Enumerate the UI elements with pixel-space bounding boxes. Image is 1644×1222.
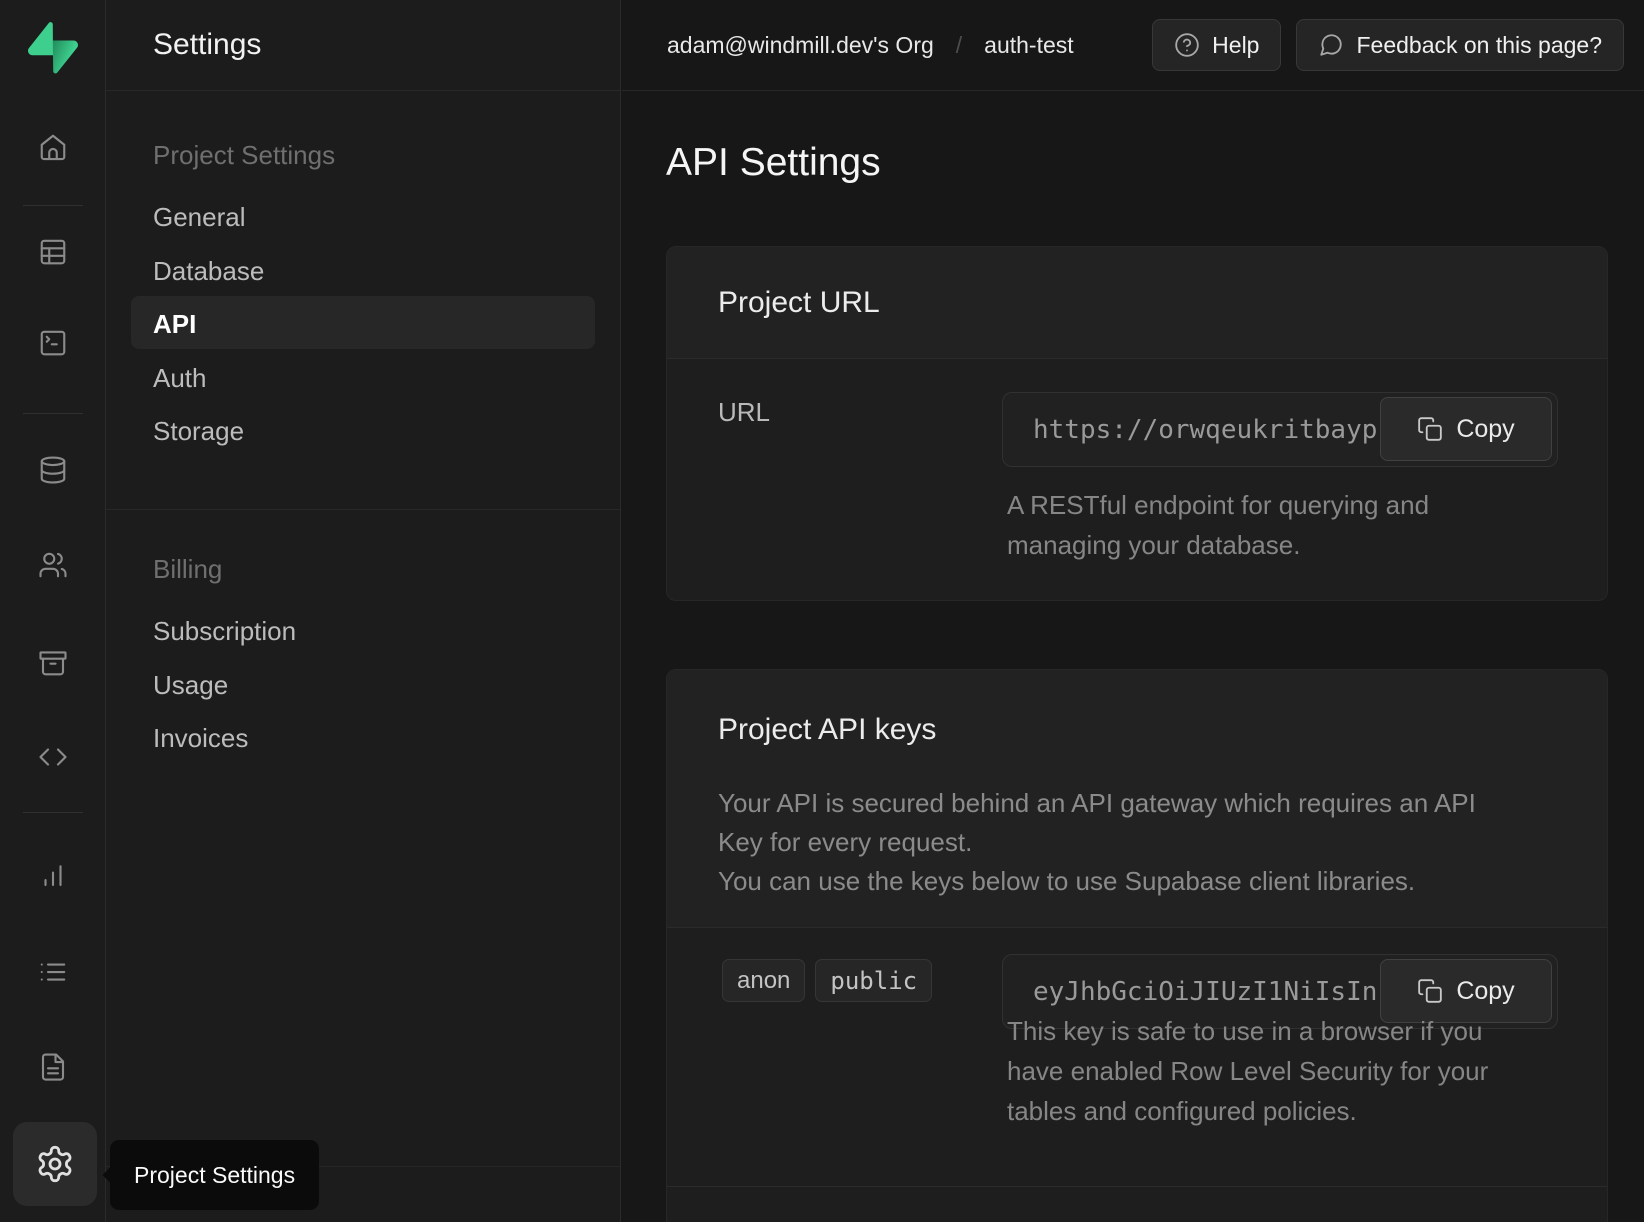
sidebar-item-storage[interactable]: Storage: [153, 416, 244, 447]
docs-file-icon[interactable]: [29, 1043, 77, 1091]
group-label-billing: Billing: [153, 554, 222, 585]
table-editor-icon[interactable]: [29, 228, 77, 276]
divider: [23, 413, 83, 414]
project-url-description: A RESTful endpoint for querying and mana…: [1007, 485, 1429, 565]
anon-key-description: This key is safe to use in a browser if …: [1007, 1011, 1488, 1131]
description-line: tables and configured policies.: [1007, 1091, 1488, 1131]
project-api-keys-card: Project API keys Your API is secured beh…: [666, 669, 1608, 1222]
active-item-highlight: [131, 296, 595, 349]
sidebar-item-subscription[interactable]: Subscription: [153, 616, 296, 647]
project-api-keys-description: Your API is secured behind an API gatewa…: [718, 784, 1556, 901]
tooltip-label: Project Settings: [134, 1162, 295, 1189]
help-circle-icon: [1174, 32, 1200, 58]
project-url-card-header: Project URL: [667, 247, 1607, 359]
url-field-label: URL: [718, 397, 770, 428]
anon-badge: anon: [722, 959, 805, 1002]
breadcrumb-project[interactable]: auth-test: [984, 32, 1074, 59]
edge-functions-icon[interactable]: [29, 733, 77, 781]
help-button-label: Help: [1212, 32, 1259, 59]
copy-url-button-label: Copy: [1456, 415, 1514, 444]
logs-list-icon[interactable]: [29, 948, 77, 996]
sql-editor-icon[interactable]: [29, 319, 77, 367]
divider: [23, 812, 83, 813]
copy-anon-key-button-label: Copy: [1456, 977, 1514, 1006]
copy-url-button[interactable]: Copy: [1380, 397, 1552, 461]
sidebar-item-general[interactable]: General: [153, 202, 246, 233]
sidebar-item-usage[interactable]: Usage: [153, 670, 228, 701]
divider: [106, 509, 620, 510]
copy-icon: [1417, 978, 1443, 1004]
sidebar-title: Settings: [153, 28, 261, 62]
description-line: have enabled Row Level Security for your: [1007, 1051, 1488, 1091]
home-icon[interactable]: [29, 123, 77, 171]
project-url-card: Project URL URL https://orwqeukritbayp C…: [666, 246, 1608, 601]
divider: [667, 1186, 1607, 1187]
project-url-value: https://orwqeukritbayp: [1033, 415, 1377, 445]
feedback-button[interactable]: Feedback on this page?: [1296, 19, 1624, 71]
description-line: Your API is secured behind an API gatewa…: [718, 784, 1556, 823]
breadcrumb-org[interactable]: adam@windmill.dev's Org: [667, 32, 934, 59]
auth-users-icon[interactable]: [29, 541, 77, 589]
page-title: API Settings: [666, 141, 881, 185]
topbar: adam@windmill.dev's Org / auth-test Help…: [622, 0, 1644, 91]
breadcrumb-separator: /: [956, 32, 962, 59]
supabase-dashboard: Project Settings Settings Project Settin…: [0, 0, 1644, 1222]
project-api-keys-card-title: Project API keys: [718, 713, 936, 746]
sidebar-item-database[interactable]: Database: [153, 256, 264, 287]
icon-rail: [0, 0, 106, 1222]
sidebar-item-api[interactable]: API: [153, 309, 196, 340]
project-url-card-title: Project URL: [718, 286, 880, 320]
description-line: managing your database.: [1007, 525, 1429, 565]
sidebar-header: Settings: [106, 0, 620, 91]
anon-key-value: eyJhbGciOiJIUzI1NiIsIn: [1033, 977, 1377, 1007]
description-line: You can use the keys below to use Supaba…: [718, 862, 1556, 901]
divider: [23, 205, 83, 206]
group-label-project-settings: Project Settings: [153, 140, 335, 171]
description-line: This key is safe to use in a browser if …: [1007, 1011, 1488, 1051]
settings-sidebar: Settings Project Settings General Databa…: [106, 0, 621, 1222]
sidebar-item-invoices[interactable]: Invoices: [153, 723, 248, 754]
project-api-keys-card-header: Project API keys Your API is secured beh…: [667, 670, 1607, 928]
storage-icon[interactable]: [29, 639, 77, 687]
description-line: Key for every request.: [718, 823, 1556, 862]
feedback-button-label: Feedback on this page?: [1356, 32, 1602, 59]
supabase-logo[interactable]: [28, 22, 78, 74]
project-url-field[interactable]: https://orwqeukritbayp Copy: [1002, 392, 1558, 467]
anon-key-badges: anon public: [722, 959, 932, 1002]
database-icon[interactable]: [29, 446, 77, 494]
help-button[interactable]: Help: [1152, 19, 1281, 71]
topbar-actions: Help Feedback on this page?: [1152, 19, 1624, 71]
project-settings-gear-icon[interactable]: [13, 1122, 97, 1206]
description-line: A RESTful endpoint for querying and: [1007, 485, 1429, 525]
sidebar-item-auth[interactable]: Auth: [153, 363, 207, 394]
copy-icon: [1417, 416, 1443, 442]
public-badge: public: [815, 959, 932, 1002]
project-settings-tooltip: Project Settings: [110, 1140, 319, 1210]
main-content: API Settings Project URL URL https://orw…: [622, 91, 1644, 1222]
reports-chart-icon[interactable]: [29, 851, 77, 899]
speech-bubble-icon: [1318, 32, 1344, 58]
supabase-logo-icon: [28, 22, 78, 74]
